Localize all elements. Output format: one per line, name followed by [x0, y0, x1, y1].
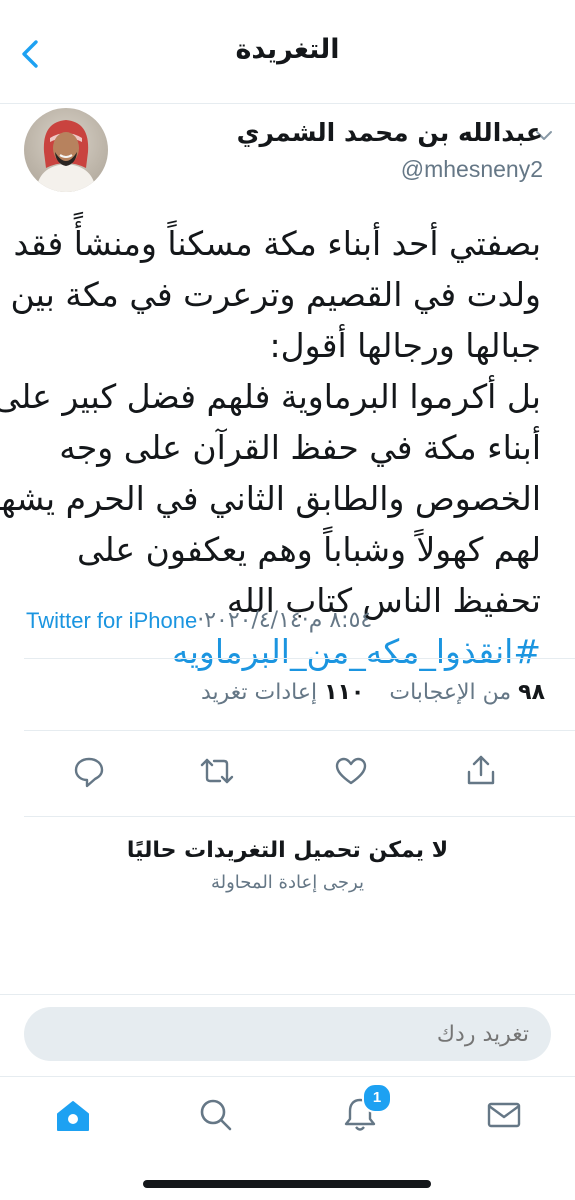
tweet-actions: [0, 738, 575, 808]
tweet-date: ٢٠٢٠/٤/١٤: [204, 608, 302, 633]
tweet-line: جبالها ورجالها أقول:: [269, 326, 541, 365]
divider: [24, 730, 575, 731]
share-icon[interactable]: [458, 748, 504, 794]
tweet-line: ولدت في القصيم وترعرت في مكة بين: [10, 275, 541, 314]
retry-text[interactable]: يرجى إعادة المحاولة: [0, 872, 575, 894]
tweet-line: بصفتي أحد أبناء مكة مسكناً ومنشأً فقد: [13, 224, 541, 263]
tweet-stats: ٩٨ من الإعجابات ١١٠ إعادات تغريد: [201, 680, 545, 705]
author-handle[interactable]: @mhesneny2: [401, 156, 543, 183]
tweet-line: لهم كهولاً وشباباً وهم يعكفون على: [76, 530, 541, 569]
reply-input[interactable]: [24, 1007, 551, 1061]
meta-separator: ·: [197, 608, 205, 633]
home-icon[interactable]: [53, 1095, 93, 1135]
tweet-line: الخصوص والطابق الثاني في الحرم يشهد: [0, 479, 541, 518]
notifications-bell-icon[interactable]: 1: [340, 1083, 392, 1135]
tweet-meta: Twitter for iPhone · ٢٠٢٠/٤/١٤ · ٨:٥٤ م: [26, 608, 372, 634]
tweet-line: أبناء مكة في حفظ القرآن على وجه: [59, 428, 541, 467]
load-error-message: لا يمكن تحميل التغريدات حاليًا: [126, 838, 449, 863]
retweets-label: إعادات تغريد: [200, 680, 318, 705]
likes-label: من الإعجابات: [389, 680, 512, 705]
divider: [24, 658, 575, 659]
tweet-line: بل أكرموا البرماوية فلهم فضل كبير على: [0, 377, 541, 416]
home-indicator: [143, 1180, 431, 1188]
tweet-source-link[interactable]: Twitter for iPhone: [26, 608, 197, 634]
reply-icon[interactable]: [66, 748, 112, 794]
divider: [24, 816, 575, 817]
top-bar: التغريدة: [0, 0, 575, 104]
retweets-stat[interactable]: ١١٠ إعادات تغريد: [201, 680, 364, 705]
retweet-icon[interactable]: [194, 748, 240, 794]
messages-mail-icon[interactable]: [484, 1095, 524, 1135]
search-icon[interactable]: [196, 1095, 236, 1135]
reply-bar: [0, 994, 575, 1076]
author-name[interactable]: عبدالله بن محمد الشمري: [237, 118, 543, 147]
notification-badge: 1: [362, 1083, 392, 1113]
tweet-time: ٨:٥٤ م: [308, 608, 373, 633]
hashtag-link[interactable]: #انقذوا_مكه_من_البرماويه: [172, 632, 541, 671]
avatar[interactable]: [24, 108, 108, 192]
page-title: التغريدة: [235, 34, 340, 65]
like-heart-icon[interactable]: [328, 748, 374, 794]
likes-count: ٩٨: [518, 680, 545, 705]
retweets-count: ١١٠: [324, 680, 365, 705]
meta-separator: ·: [301, 608, 309, 633]
likes-stat[interactable]: ٩٨ من الإعجابات: [389, 680, 545, 705]
